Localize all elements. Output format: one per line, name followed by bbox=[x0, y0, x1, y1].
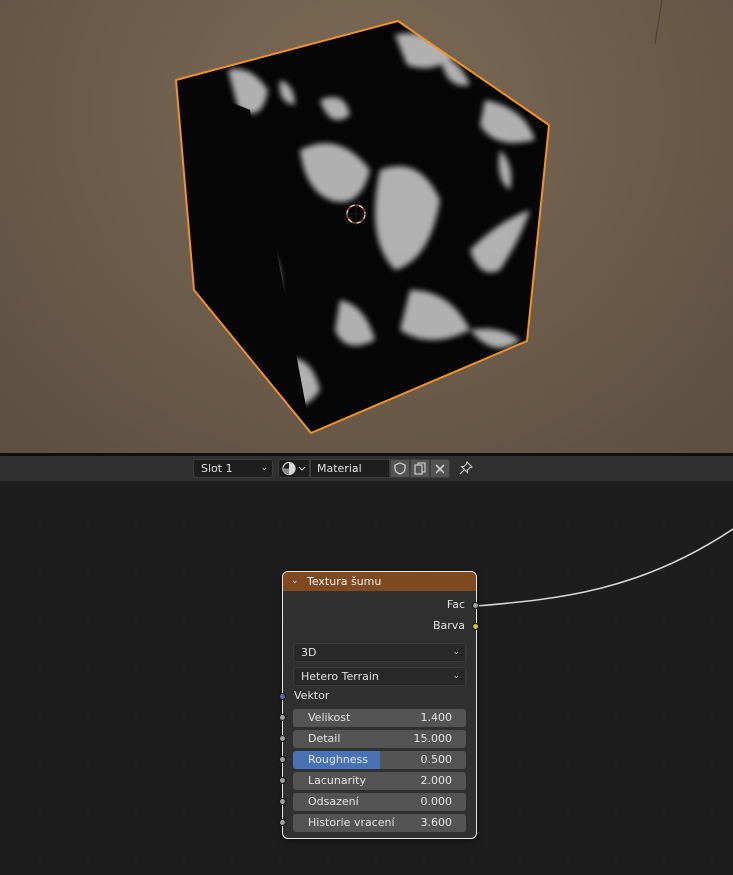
chevron-down-icon: ⌄ bbox=[452, 671, 460, 681]
unlink-material-button[interactable] bbox=[430, 459, 450, 478]
field-label: Roughness bbox=[308, 753, 369, 766]
browse-material-button[interactable] bbox=[278, 459, 310, 478]
shader-editor-header: Slot 1 ⌄ Material bbox=[0, 456, 733, 481]
odsazeni-input-socket[interactable] bbox=[279, 798, 286, 805]
historie-vraceni-input-socket[interactable] bbox=[279, 819, 286, 826]
field-value: 0.500 bbox=[420, 753, 453, 766]
chevron-down-icon: ⌄ bbox=[452, 647, 460, 657]
noise-type-dropdown[interactable]: Hetero Terrain ⌄ bbox=[293, 667, 466, 686]
field-label: Velikost bbox=[308, 711, 351, 724]
fake-user-shield-icon bbox=[394, 462, 406, 475]
velikost-input-socket[interactable] bbox=[279, 714, 286, 721]
unlink-x-icon bbox=[435, 464, 445, 474]
detail-field[interactable]: Detail 15.000 bbox=[293, 730, 466, 748]
field-value: 1.400 bbox=[420, 711, 453, 724]
duplicate-material-button[interactable] bbox=[410, 459, 430, 478]
node-header[interactable]: ⌄ Textura šumu bbox=[283, 572, 476, 591]
object-edge-line bbox=[654, 0, 663, 45]
vektor-label: Vektor bbox=[294, 689, 330, 702]
viewport-canvas bbox=[175, 0, 663, 434]
material-name-label: Material bbox=[317, 462, 362, 475]
noise-type-value: Hetero Terrain bbox=[301, 670, 379, 683]
noise-texture-node[interactable]: ⌄ Textura šumu Fac Barva 3D ⌄ Hetero Ter… bbox=[279, 571, 479, 839]
node-editor-canvas[interactable]: ⌄ Textura šumu Fac Barva 3D ⌄ Hetero Ter… bbox=[0, 481, 733, 875]
odsazeni-field[interactable]: Odsazení 0.000 bbox=[293, 793, 466, 811]
field-value: 2.000 bbox=[420, 774, 453, 787]
dimensions-value: 3D bbox=[301, 646, 317, 659]
material-name-field[interactable]: Material bbox=[310, 459, 390, 478]
velikost-field[interactable]: Velikost 1.400 bbox=[293, 709, 466, 727]
collapse-chevron-icon[interactable]: ⌄ bbox=[291, 572, 299, 591]
pin-button[interactable] bbox=[456, 459, 476, 478]
historie-vraceni-field[interactable]: Historie vracení 3.600 bbox=[293, 814, 466, 832]
chevron-down-icon: ⌄ bbox=[260, 463, 268, 473]
dimensions-dropdown[interactable]: 3D ⌄ bbox=[293, 643, 466, 662]
field-value: 0.000 bbox=[420, 795, 453, 808]
detail-input-socket[interactable] bbox=[279, 735, 286, 742]
roughness-slider[interactable]: Roughness 0.500 bbox=[293, 751, 466, 769]
fake-user-button[interactable] bbox=[390, 459, 410, 478]
pin-icon bbox=[459, 460, 474, 475]
lacunarity-input-socket[interactable] bbox=[279, 777, 286, 784]
vektor-input-socket[interactable] bbox=[279, 693, 286, 700]
field-label: Lacunarity bbox=[308, 774, 367, 787]
node-title: Textura šumu bbox=[307, 575, 382, 588]
field-label: Historie vracení bbox=[308, 816, 395, 829]
field-value: 3.600 bbox=[420, 816, 453, 829]
fac-output-socket[interactable] bbox=[472, 602, 479, 609]
material-slot-select[interactable]: Slot 1 ⌄ bbox=[193, 459, 273, 478]
field-label: Odsazení bbox=[308, 795, 359, 808]
output-barva-label: Barva bbox=[432, 619, 465, 632]
3d-viewport[interactable] bbox=[0, 0, 733, 453]
cube-mesh[interactable] bbox=[175, 20, 550, 434]
output-fac-label: Fac bbox=[446, 598, 465, 611]
field-value: 15.000 bbox=[413, 732, 453, 745]
duplicate-icon bbox=[414, 462, 426, 475]
roughness-input-socket[interactable] bbox=[279, 756, 286, 763]
material-ball-icon bbox=[282, 461, 306, 476]
material-slot-label: Slot 1 bbox=[201, 462, 233, 475]
lacunarity-field[interactable]: Lacunarity 2.000 bbox=[293, 772, 466, 790]
field-label: Detail bbox=[308, 732, 341, 745]
barva-output-socket[interactable] bbox=[472, 623, 479, 630]
